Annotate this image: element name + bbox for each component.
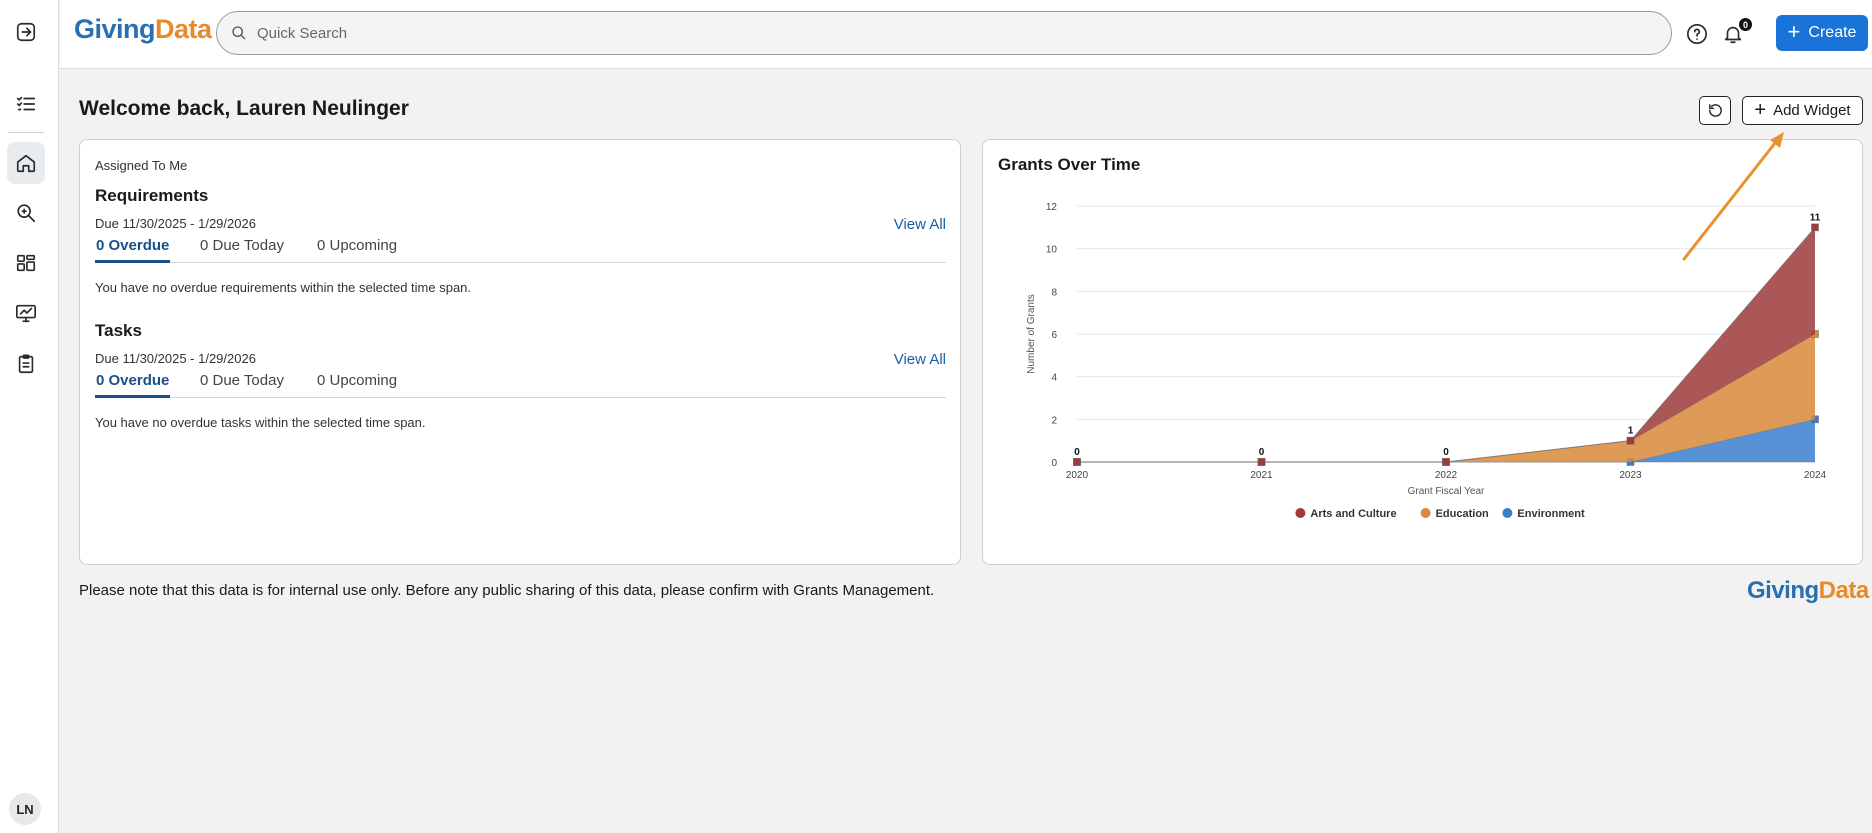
tab-tasks-upcoming[interactable]: 0 Upcoming [317, 372, 397, 398]
card-heading: Assigned To Me [95, 158, 188, 173]
sidebar-item-clipboard[interactable] [9, 347, 43, 381]
x-tick-label: 2023 [1619, 470, 1642, 481]
tab-tasks-due-today[interactable]: 0 Due Today [200, 372, 284, 398]
legend-item: Arts and Culture [1310, 508, 1396, 520]
tab-requirements-overdue[interactable]: 0 Overdue [95, 237, 171, 263]
x-tick-label: 2021 [1250, 470, 1273, 481]
data-label: 0 [1259, 447, 1265, 458]
requirements-empty-message: You have no overdue requirements within … [95, 280, 472, 295]
y-tick-label: 0 [1051, 458, 1057, 469]
requirements-tabs: 0 Overdue 0 Due Today 0 Upcoming [95, 237, 946, 263]
x-tick-label: 2024 [1804, 470, 1827, 481]
requirements-view-all-link[interactable]: View All [894, 216, 946, 233]
notification-count-badge: 0 [1739, 18, 1752, 31]
sidebar-item-reports[interactable] [9, 296, 43, 330]
chart-monitor-icon [16, 304, 36, 323]
y-tick-label: 2 [1051, 415, 1057, 426]
top-bar: GivingData 0 + Create [60, 0, 1872, 69]
data-label: 1 [1628, 426, 1634, 437]
legend-marker [1295, 508, 1306, 518]
tab-requirements-upcoming[interactable]: 0 Upcoming [317, 237, 397, 263]
create-button[interactable]: + Create [1776, 15, 1868, 51]
requirements-due-range: Due 11/30/2025 - 1/29/2026 [95, 216, 256, 231]
data-point [1257, 458, 1266, 466]
grants-area-chart: 0246810122020 2021 2022 2023 2024Grant Fisca… [1026, 202, 1827, 520]
y-axis-label: Number of Grants [1026, 294, 1037, 373]
clipboard-icon [18, 354, 34, 374]
app-logo[interactable]: GivingData [74, 14, 212, 45]
footer-logo: GivingData [1747, 577, 1869, 605]
data-label: 11 [1810, 212, 1821, 223]
sidebar-item-search[interactable] [9, 196, 43, 230]
search-input[interactable] [257, 24, 1637, 42]
create-label: Create [1808, 24, 1857, 41]
add-widget-label: Add Widget [1773, 102, 1851, 119]
data-point [1811, 223, 1819, 232]
tasks-title: Tasks [95, 321, 142, 340]
search-icon [232, 26, 246, 40]
tasks-empty-message: You have no overdue tasks within the sel… [95, 415, 426, 430]
requirements-title: Requirements [95, 186, 209, 205]
dashboard-grid-icon [16, 254, 36, 272]
help-button[interactable] [1684, 21, 1710, 47]
expand-sidebar-button[interactable] [9, 15, 43, 49]
x-tick-label: 2020 [1066, 470, 1089, 481]
legend-item: Education [1436, 508, 1489, 520]
legend-marker [1502, 508, 1513, 518]
data-point [1073, 458, 1081, 466]
tasks-view-all-link[interactable]: View All [894, 351, 946, 368]
reset-layout-button[interactable] [1699, 96, 1731, 125]
data-point [1442, 458, 1450, 466]
search-magnify-icon [17, 204, 36, 223]
tab-tasks-overdue[interactable]: 0 Overdue [95, 372, 171, 398]
data-point [1626, 436, 1635, 445]
logo-text-giving: Giving [74, 14, 156, 44]
reset-icon [1708, 104, 1722, 117]
avatar[interactable]: LN [9, 793, 41, 825]
add-widget-button[interactable]: + Add Widget [1742, 96, 1863, 125]
x-axis-label: Grant Fiscal Year [1408, 486, 1485, 497]
assigned-to-me-card: Assigned To Me Requirements Due 11/30/20… [79, 139, 961, 565]
y-tick-label: 10 [1046, 245, 1058, 256]
footer-logo-data: Data [1818, 577, 1870, 604]
help-icon [1687, 24, 1707, 44]
data-label: 0 [1074, 447, 1080, 458]
plus-icon: + [1754, 98, 1767, 121]
y-tick-label: 4 [1051, 373, 1057, 384]
tasks-tabs: 0 Overdue 0 Due Today 0 Upcoming [95, 372, 946, 398]
checklist-icon [16, 96, 36, 111]
tasks-due-range: Due 11/30/2025 - 1/29/2026 [95, 351, 256, 366]
data-label: 0 [1443, 447, 1449, 458]
quick-search[interactable] [216, 11, 1672, 55]
arrow-right-box-icon [16, 22, 36, 42]
footer-logo-giving: Giving [1747, 577, 1819, 604]
y-tick-label: 12 [1046, 202, 1058, 213]
notifications-button[interactable]: 0 [1720, 18, 1752, 47]
home-icon [16, 154, 36, 173]
rail-divider [8, 132, 44, 133]
page-title: Welcome back, Lauren Neulinger [79, 97, 409, 120]
left-rail: LN [0, 0, 59, 833]
logo-text-data: Data [155, 14, 212, 44]
sidebar-item-dashboards[interactable] [9, 246, 43, 280]
sidebar-item-tasks[interactable] [9, 87, 43, 121]
plus-icon: + [1787, 19, 1801, 44]
legend-marker [1420, 508, 1431, 518]
y-tick-label: 8 [1051, 287, 1057, 298]
grants-over-time-card: Grants Over Time 0 2 4 6 8 10 12 2020 2021 2022 20… [982, 139, 1863, 565]
y-tick-label: 6 [1051, 330, 1057, 341]
internal-use-note: Please note that this data is for intern… [79, 582, 935, 599]
legend-item: Environment [1517, 508, 1585, 520]
tab-requirements-due-today[interactable]: 0 Due Today [200, 237, 284, 263]
x-tick-label: 2022 [1435, 470, 1458, 481]
sidebar-item-home[interactable] [7, 142, 45, 184]
